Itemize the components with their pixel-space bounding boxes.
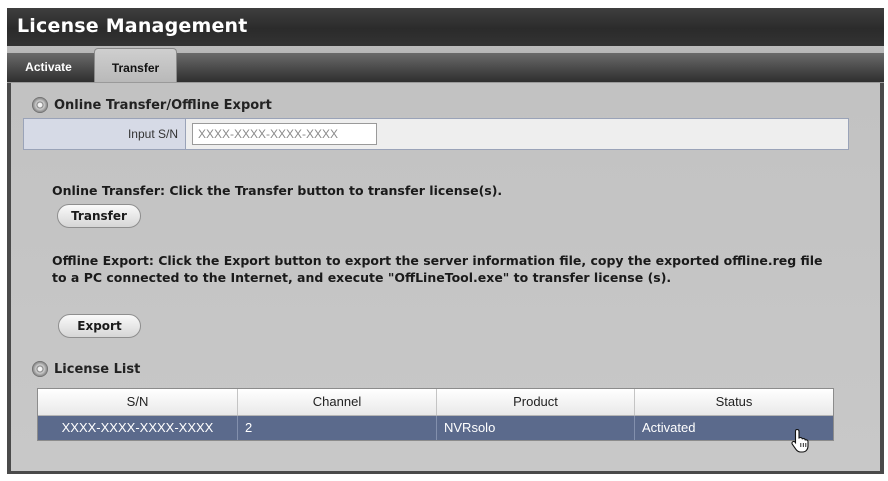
transfer-section-heading: Online Transfer/Offline Export [32, 96, 272, 116]
tab-activate[interactable]: Activate [7, 53, 90, 82]
license-list-heading: License List [32, 360, 140, 380]
disc-icon [32, 360, 48, 377]
sn-label: Input S/N [24, 119, 186, 149]
row-channel: 2 [238, 416, 437, 440]
transfer-section-title: Online Transfer/Offline Export [54, 98, 272, 113]
title-bar: License Management [7, 8, 884, 46]
window-title: License Management [17, 15, 248, 37]
column-header-sn[interactable]: S/N [38, 389, 238, 415]
table-header: S/N Channel Product Status [38, 389, 833, 416]
license-table: S/N Channel Product Status XXXX-XXXX-XXX… [37, 388, 834, 441]
license-list-title: License List [54, 362, 141, 377]
sn-input[interactable] [192, 123, 377, 145]
export-button[interactable]: Export [58, 314, 141, 338]
offline-export-instructions: Offline Export: Click the Export button … [52, 253, 823, 285]
tab-transfer[interactable]: Transfer [94, 48, 177, 82]
row-product: NVRsolo [437, 416, 635, 440]
hand-pointer-icon [791, 428, 809, 453]
disc-icon [32, 96, 48, 113]
transfer-button[interactable]: Transfer [57, 204, 141, 228]
column-header-channel[interactable]: Channel [238, 389, 437, 415]
table-row[interactable]: XXXX-XXXX-XXXX-XXXX 2 NVRsolo Activated [38, 416, 833, 440]
row-sn: XXXX-XXXX-XXXX-XXXX [38, 416, 238, 440]
sn-input-row: Input S/N [23, 118, 849, 150]
column-header-status[interactable]: Status [635, 389, 833, 415]
online-transfer-instructions: Online Transfer: Click the Transfer butt… [52, 183, 503, 198]
column-header-product[interactable]: Product [437, 389, 635, 415]
